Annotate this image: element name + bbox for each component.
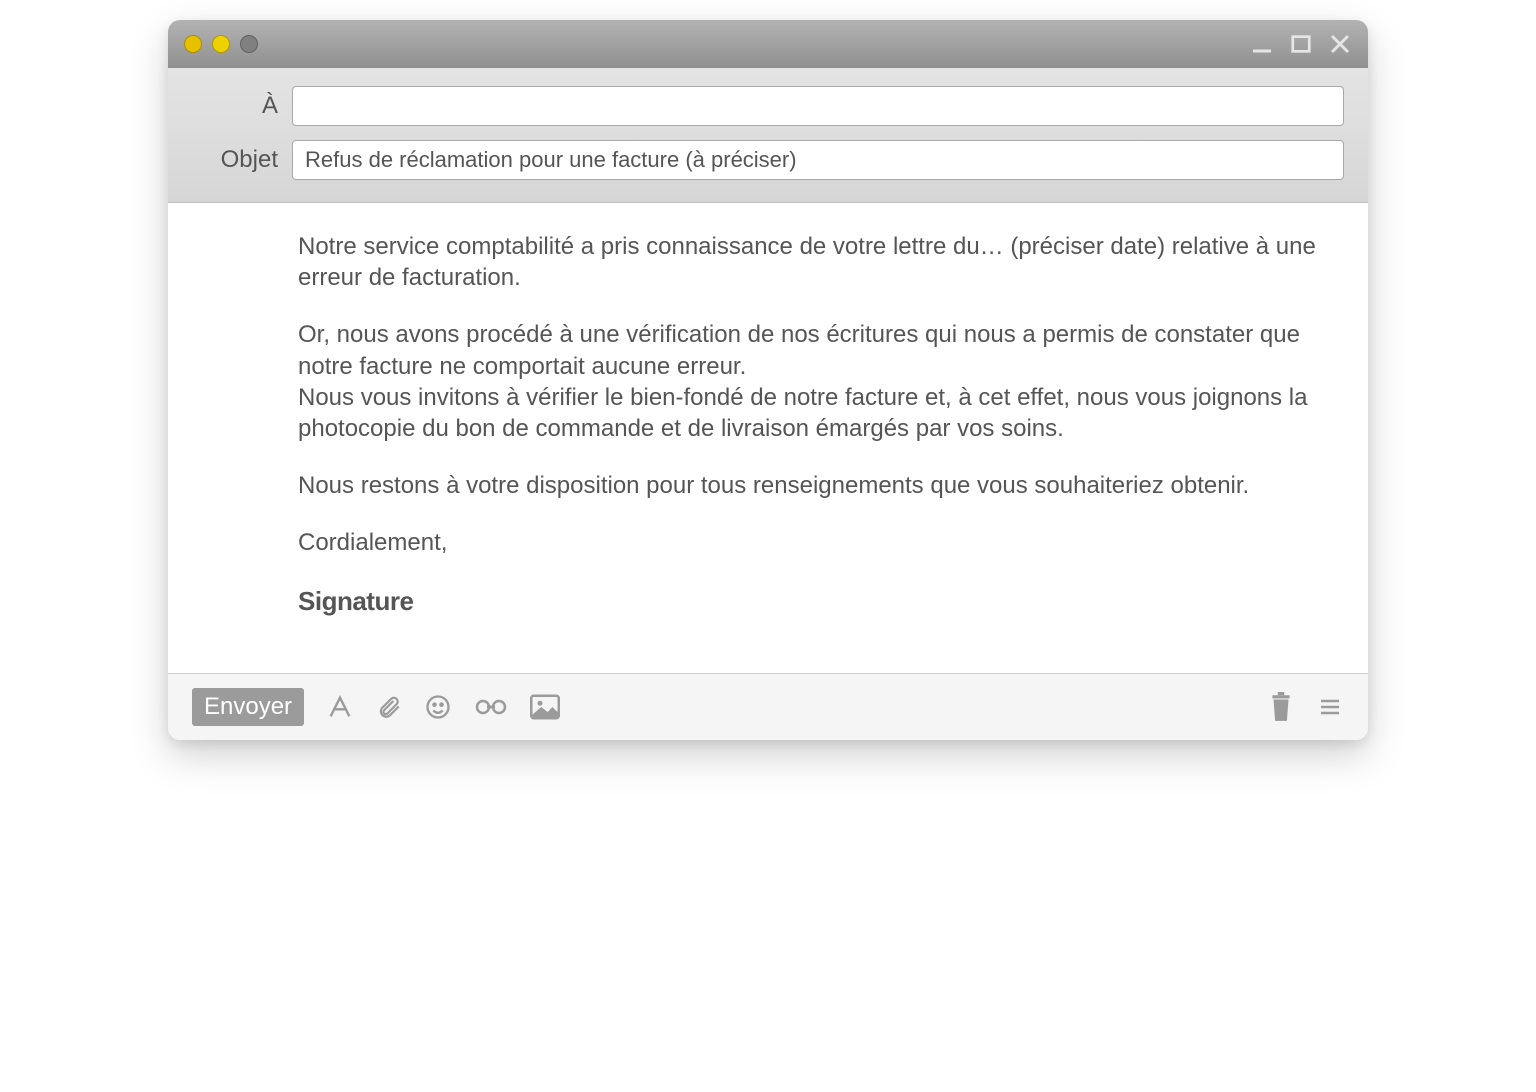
titlebar <box>168 20 1368 68</box>
body-paragraph-2: Or, nous avons procédé à une vérificatio… <box>298 319 1328 444</box>
body-line-2b: Nous vous invitons à vérifier le bien-fo… <box>298 384 1308 442</box>
message-body[interactable]: Notre service comptabilité a pris connai… <box>168 203 1368 673</box>
close-icon[interactable] <box>1328 32 1352 56</box>
window-minimize-dot[interactable] <box>212 35 230 53</box>
body-signature: Signature <box>298 585 1328 619</box>
compose-toolbar: Envoyer <box>168 673 1368 740</box>
minimize-icon[interactable] <box>1250 32 1274 56</box>
to-input[interactable] <box>292 86 1344 126</box>
compose-window: À Objet Notre service comptabilité a pri… <box>168 20 1368 740</box>
body-paragraph-1: Notre service comptabilité a pris connai… <box>298 231 1328 293</box>
body-line-2a: Or, nous avons procédé à une vérificatio… <box>298 321 1300 379</box>
window-zoom-dot[interactable] <box>240 35 258 53</box>
attachment-icon[interactable] <box>376 694 402 720</box>
body-paragraph-3: Nous restons à votre disposition pour to… <box>298 470 1328 501</box>
subject-row: Objet <box>192 140 1344 180</box>
menu-icon[interactable] <box>1316 695 1344 719</box>
send-button[interactable]: Envoyer <box>192 688 304 726</box>
window-controls-right <box>1250 20 1352 68</box>
to-label: À <box>192 92 292 120</box>
trash-icon[interactable] <box>1268 692 1294 722</box>
font-icon[interactable] <box>326 693 354 721</box>
link-icon[interactable] <box>474 697 508 717</box>
maximize-icon[interactable] <box>1290 33 1312 55</box>
emoji-icon[interactable] <box>424 693 452 721</box>
subject-label: Objet <box>192 146 292 174</box>
header-fields: À Objet <box>168 68 1368 203</box>
traffic-lights <box>184 35 258 53</box>
subject-input[interactable] <box>292 140 1344 180</box>
image-icon[interactable] <box>530 694 560 720</box>
body-closing: Cordialement, <box>298 527 1328 558</box>
window-close-dot[interactable] <box>184 35 202 53</box>
to-row: À <box>192 86 1344 126</box>
